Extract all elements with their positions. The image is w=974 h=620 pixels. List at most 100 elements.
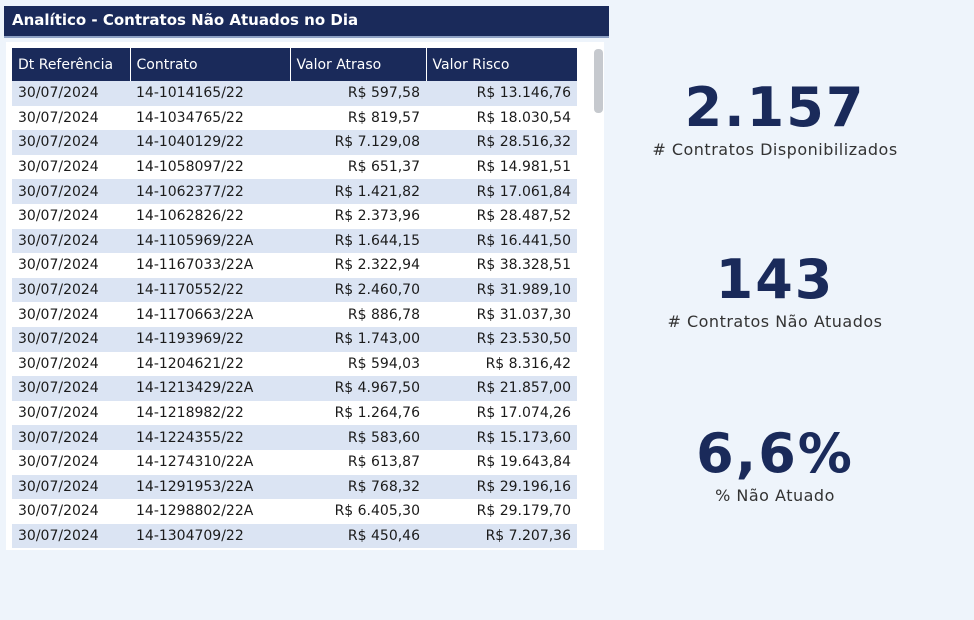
cell-dt-referencia: 30/07/2024 xyxy=(12,376,130,401)
cell-valor-atraso: R$ 450,46 xyxy=(290,523,426,548)
column-header-contrato[interactable]: Contrato xyxy=(130,48,291,81)
table-row[interactable]: 30/07/2024 14-1274310/22A R$ 613,87 R$ 19.6… xyxy=(12,449,577,475)
table-row[interactable]: 30/07/2024 14-1213429/22A R$ 4.967,50 R$ 21… xyxy=(12,376,577,401)
cell-contrato: 14-1170663/22A xyxy=(130,302,290,327)
cell-valor-risco: R$ 17.061,84 xyxy=(426,179,577,204)
cell-valor-risco: R$ 31.989,10 xyxy=(426,277,577,303)
cell-dt-referencia: 30/07/2024 xyxy=(12,154,130,180)
table-row[interactable]: 30/07/2024 14-1058097/22 R$ 651,37 R$ 14.98… xyxy=(12,154,577,180)
cell-valor-atraso: R$ 886,78 xyxy=(290,302,426,327)
column-header-dt-referencia[interactable]: Dt Referência xyxy=(12,48,131,81)
cell-contrato: 14-1204621/22 xyxy=(130,351,290,377)
table-body: 30/07/2024 14-1014165/22 R$ 597,58 R$ 13.14… xyxy=(12,81,577,548)
cell-contrato: 14-1014165/22 xyxy=(130,81,290,106)
cell-valor-atraso: R$ 6.405,30 xyxy=(290,499,426,524)
kpi-card-disponibilizados: 2.157 # Contratos Disponibilizados xyxy=(620,76,930,160)
cell-contrato: 14-1218982/22 xyxy=(130,400,290,426)
kpi-card-nao-atuados: 143 # Contratos Não Atuados xyxy=(620,250,930,332)
cell-contrato: 14-1167033/22A xyxy=(130,253,290,278)
cell-contrato: 14-1105969/22A xyxy=(130,228,290,254)
kpi-label: # Contratos Não Atuados xyxy=(667,312,883,331)
cell-contrato: 14-1274310/22A xyxy=(130,449,290,475)
cell-contrato: 14-1170552/22 xyxy=(130,277,290,303)
table-row[interactable]: 30/07/2024 14-1170663/22A R$ 886,78 R$ 31.0… xyxy=(12,302,577,327)
cell-contrato: 14-1193969/22 xyxy=(130,326,290,352)
cell-dt-referencia: 30/07/2024 xyxy=(12,253,130,278)
table-row[interactable]: 30/07/2024 14-1105969/22A R$ 1.644,15 R$ 16… xyxy=(12,228,577,254)
cell-valor-atraso: R$ 1.644,15 xyxy=(290,228,426,254)
column-header-valor-atraso[interactable]: Valor Atraso xyxy=(290,48,427,81)
table-row[interactable]: 30/07/2024 14-1040129/22 R$ 7.129,08 R$ 28.… xyxy=(12,130,577,155)
cell-valor-atraso: R$ 768,32 xyxy=(290,474,426,500)
cell-valor-atraso: R$ 613,87 xyxy=(290,449,426,475)
cell-valor-atraso: R$ 7.129,08 xyxy=(290,130,426,155)
kpi-label: # Contratos Disponibilizados xyxy=(652,140,898,159)
cell-valor-atraso: R$ 4.967,50 xyxy=(290,376,426,401)
cell-valor-atraso: R$ 1.421,82 xyxy=(290,179,426,204)
table-row[interactable]: 30/07/2024 14-1062826/22 R$ 2.373,96 R$ 28.… xyxy=(12,203,577,229)
cell-contrato: 14-1291953/22A xyxy=(130,474,290,500)
table-row[interactable]: 30/07/2024 14-1224355/22 R$ 583,60 R$ 15.17… xyxy=(12,425,577,450)
table-row[interactable]: 30/07/2024 14-1062377/22 R$ 1.421,82 R$ 17.… xyxy=(12,179,577,204)
cell-valor-risco: R$ 7.207,36 xyxy=(426,523,577,548)
table-row[interactable]: 30/07/2024 14-1291953/22A R$ 768,32 R$ 29.1… xyxy=(12,474,577,500)
table-row[interactable]: 30/07/2024 14-1193969/22 R$ 1.743,00 R$ 23.… xyxy=(12,326,577,352)
cell-valor-atraso: R$ 594,03 xyxy=(290,351,426,377)
cell-dt-referencia: 30/07/2024 xyxy=(12,474,130,500)
vertical-scrollbar[interactable] xyxy=(594,49,603,113)
cell-dt-referencia: 30/07/2024 xyxy=(12,326,130,352)
cell-contrato: 14-1040129/22 xyxy=(130,130,290,155)
report-title: Analítico - Contratos Não Atuados no Dia xyxy=(4,6,609,38)
cell-valor-atraso: R$ 583,60 xyxy=(290,425,426,450)
cell-contrato: 14-1058097/22 xyxy=(130,154,290,180)
kpi-value: 6,6% xyxy=(696,422,854,485)
cell-contrato: 14-1213429/22A xyxy=(130,376,290,401)
cell-dt-referencia: 30/07/2024 xyxy=(12,203,130,229)
kpi-card-percentual: 6,6% % Não Atuado xyxy=(620,422,930,506)
table-row[interactable]: 30/07/2024 14-1218982/22 R$ 1.264,76 R$ 17.… xyxy=(12,400,577,426)
table-row[interactable]: 30/07/2024 14-1204621/22 R$ 594,03 R$ 8.316… xyxy=(12,351,577,377)
table-row[interactable]: 30/07/2024 14-1014165/22 R$ 597,58 R$ 13.14… xyxy=(12,81,577,106)
cell-contrato: 14-1062826/22 xyxy=(130,203,290,229)
kpi-label: % Não Atuado xyxy=(715,486,835,505)
cell-valor-risco: R$ 23.530,50 xyxy=(426,326,577,352)
column-header-valor-risco[interactable]: Valor Risco xyxy=(426,48,577,81)
cell-valor-risco: R$ 15.173,60 xyxy=(426,425,577,450)
cell-valor-atraso: R$ 819,57 xyxy=(290,105,426,131)
table-row[interactable]: 30/07/2024 14-1034765/22 R$ 819,57 R$ 18.03… xyxy=(12,105,577,131)
cell-valor-risco: R$ 19.643,84 xyxy=(426,449,577,475)
cell-dt-referencia: 30/07/2024 xyxy=(12,179,130,204)
cell-valor-risco: R$ 38.328,51 xyxy=(426,253,577,278)
cell-valor-atraso: R$ 1.264,76 xyxy=(290,400,426,426)
table-row[interactable]: 30/07/2024 14-1304709/22 R$ 450,46 R$ 7.207… xyxy=(12,523,577,548)
cell-valor-risco: R$ 8.316,42 xyxy=(426,351,577,377)
kpi-value: 2.157 xyxy=(684,76,866,139)
cell-dt-referencia: 30/07/2024 xyxy=(12,105,130,131)
cell-dt-referencia: 30/07/2024 xyxy=(12,302,130,327)
cell-dt-referencia: 30/07/2024 xyxy=(12,277,130,303)
table-row[interactable]: 30/07/2024 14-1167033/22A R$ 2.322,94 R$ 38… xyxy=(12,253,577,278)
cell-contrato: 14-1224355/22 xyxy=(130,425,290,450)
table-row[interactable]: 30/07/2024 14-1170552/22 R$ 2.460,70 R$ 31.… xyxy=(12,277,577,303)
cell-dt-referencia: 30/07/2024 xyxy=(12,228,130,254)
cell-valor-risco: R$ 21.857,00 xyxy=(426,376,577,401)
cell-dt-referencia: 30/07/2024 xyxy=(12,449,130,475)
cell-contrato: 14-1034765/22 xyxy=(130,105,290,131)
table-visual: Dt Referência Contrato Valor Atraso Valo… xyxy=(6,42,604,550)
cell-valor-risco: R$ 29.179,70 xyxy=(426,499,577,524)
cell-valor-risco: R$ 18.030,54 xyxy=(426,105,577,131)
cell-dt-referencia: 30/07/2024 xyxy=(12,130,130,155)
cell-valor-risco: R$ 28.487,52 xyxy=(426,203,577,229)
cell-dt-referencia: 30/07/2024 xyxy=(12,499,130,524)
cell-contrato: 14-1062377/22 xyxy=(130,179,290,204)
cell-dt-referencia: 30/07/2024 xyxy=(12,425,130,450)
cell-valor-risco: R$ 29.196,16 xyxy=(426,474,577,500)
cell-valor-atraso: R$ 2.322,94 xyxy=(290,253,426,278)
cell-valor-risco: R$ 13.146,76 xyxy=(426,81,577,106)
cell-valor-risco: R$ 16.441,50 xyxy=(426,228,577,254)
table-row[interactable]: 30/07/2024 14-1298802/22A R$ 6.405,30 R$ 29… xyxy=(12,499,577,524)
cell-valor-atraso: R$ 2.373,96 xyxy=(290,203,426,229)
cell-contrato: 14-1304709/22 xyxy=(130,523,290,548)
cell-valor-risco: R$ 28.516,32 xyxy=(426,130,577,155)
table-viewport[interactable]: Dt Referência Contrato Valor Atraso Valo… xyxy=(12,48,577,548)
